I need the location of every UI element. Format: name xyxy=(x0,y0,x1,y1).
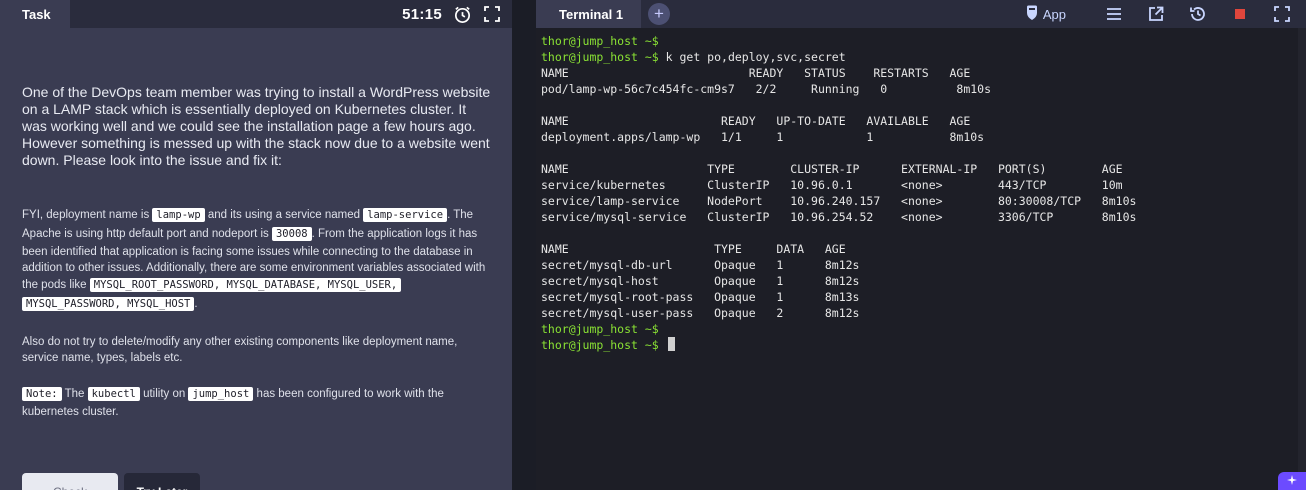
terminal-line: NAME READY STATUS RESTARTS AGE xyxy=(541,65,1306,81)
check-button[interactable]: Check xyxy=(22,473,118,490)
panel-divider[interactable] xyxy=(512,0,536,490)
fullscreen-icon[interactable] xyxy=(482,4,502,24)
app-icon xyxy=(1026,5,1038,24)
tab-terminal-1[interactable]: Terminal 1 xyxy=(536,0,641,28)
terminal-output: secret/mysql-host Opaque 1 8m12s xyxy=(541,274,860,288)
history-icon[interactable] xyxy=(1188,4,1208,24)
terminal-output: service/kubernetes ClusterIP 10.96.0.1 <… xyxy=(541,178,1123,192)
terminal-header: Terminal 1 + App xyxy=(536,0,1306,28)
app-label: App xyxy=(1042,6,1066,22)
code-service-name: lamp-service xyxy=(363,208,448,222)
tab-task[interactable]: Task xyxy=(0,0,70,28)
terminal-panel: Terminal 1 + App thor@jump_host ~$ thor@… xyxy=(536,0,1306,490)
task-header-tools: 51:15 xyxy=(402,0,502,28)
task-also: Also do not try to delete/modify any oth… xyxy=(22,336,458,364)
open-external-icon[interactable] xyxy=(1146,4,1166,24)
terminal-line: secret/mysql-root-pass Opaque 1 8m13s xyxy=(541,289,1306,305)
terminal-scrollbar[interactable] xyxy=(1298,28,1306,490)
add-tab-button[interactable]: + xyxy=(648,3,670,25)
terminal-screen[interactable]: thor@jump_host ~$ thor@jump_host ~$ k get… xyxy=(536,28,1306,490)
task-buttons: Check Try Later xyxy=(22,473,200,490)
code-env-vars-2: MYSQL_PASSWORD, MYSQL_HOST xyxy=(22,297,195,311)
task-header: Task 51:15 xyxy=(0,0,512,28)
alarm-clock-icon[interactable] xyxy=(452,4,472,24)
terminal-line: secret/mysql-db-url Opaque 1 8m12s xyxy=(541,257,1306,273)
fyi-text-5: . xyxy=(194,298,198,310)
terminal-output: NAME TYPE CLUSTER-IP EXTERNAL-IP PORT(S)… xyxy=(541,162,1123,176)
terminal-line: thor@jump_host ~$ xyxy=(541,321,1306,337)
terminal-output: secret/mysql-user-pass Opaque 2 8m12s xyxy=(541,306,860,320)
terminal-output: NAME TYPE DATA AGE xyxy=(541,242,846,256)
code-jump-host: jump_host xyxy=(188,387,254,401)
terminal-cursor xyxy=(667,337,675,351)
app-button[interactable]: App xyxy=(1026,0,1066,28)
sparkle-icon xyxy=(1287,474,1297,488)
terminal-output: k get po,deploy,svc,secret xyxy=(658,50,846,64)
terminal-line: thor@jump_host ~$ xyxy=(541,33,1306,49)
fyi-text-1: FYI, deployment name is xyxy=(22,209,153,221)
task-panel: Task 51:15 One of the DevOps team member… xyxy=(0,0,512,490)
note-label: Note: xyxy=(22,387,62,401)
terminal-line: pod/lamp-wp-56c7c454fc-cm9s7 2/2 Running… xyxy=(541,81,1306,97)
terminal-output: service/mysql-service ClusterIP 10.96.25… xyxy=(541,210,1137,224)
note-text-2: utility on xyxy=(139,388,189,400)
shell-prompt: thor@jump_host ~$ xyxy=(541,338,659,352)
terminal-line: secret/mysql-user-pass Opaque 2 8m12s xyxy=(541,305,1306,321)
terminal-output: secret/mysql-root-pass Opaque 1 8m13s xyxy=(541,290,860,304)
terminal-line: NAME READY UP-TO-DATE AVAILABLE AGE xyxy=(541,113,1306,129)
timer: 51:15 xyxy=(402,5,442,23)
code-kubectl: kubectl xyxy=(87,387,140,401)
task-note: Note: The kubectl utility on jump_host h… xyxy=(22,385,494,420)
stop-icon[interactable] xyxy=(1230,4,1250,24)
code-deployment-name: lamp-wp xyxy=(152,208,205,222)
terminal-output: secret/mysql-db-url Opaque 1 8m12s xyxy=(541,258,860,272)
terminal-output: NAME READY STATUS RESTARTS AGE xyxy=(541,66,971,80)
terminal-line: thor@jump_host ~$ xyxy=(541,337,1306,353)
terminal-line: service/lamp-service NodePort 10.96.240.… xyxy=(541,193,1306,209)
assistant-badge[interactable] xyxy=(1278,472,1306,490)
task-description: One of the DevOps team member was trying… xyxy=(22,84,494,420)
code-env-vars-1: MYSQL_ROOT_PASSWORD, MYSQL_DATABASE, MYS… xyxy=(89,278,402,292)
terminal-output: service/lamp-service NodePort 10.96.240.… xyxy=(541,194,1137,208)
try-later-button[interactable]: Try Later xyxy=(124,473,200,490)
terminal-output: deployment.apps/lamp-wp 1/1 1 1 8m10s xyxy=(541,130,985,144)
terminal-line: service/mysql-service ClusterIP 10.96.25… xyxy=(541,209,1306,225)
terminal-output: NAME READY UP-TO-DATE AVAILABLE AGE xyxy=(541,114,971,128)
fyi-text-2: and its using a service named xyxy=(204,209,364,221)
fullscreen-icon[interactable] xyxy=(1272,4,1292,24)
note-text-1: The xyxy=(61,388,88,400)
terminal-line: secret/mysql-host Opaque 1 8m12s xyxy=(541,273,1306,289)
shell-prompt: thor@jump_host ~$ xyxy=(541,50,659,64)
terminal-line: deployment.apps/lamp-wp 1/1 1 1 8m10s xyxy=(541,129,1306,145)
task-intro: One of the DevOps team member was trying… xyxy=(22,84,491,168)
terminal-line: thor@jump_host ~$ k get po,deploy,svc,se… xyxy=(541,49,1306,65)
terminal-output xyxy=(659,338,666,352)
shell-prompt: thor@jump_host ~$ xyxy=(541,322,659,336)
terminal-line: NAME TYPE CLUSTER-IP EXTERNAL-IP PORT(S)… xyxy=(541,161,1306,177)
terminal-output: pod/lamp-wp-56c7c454fc-cm9s7 2/2 Running… xyxy=(541,82,992,96)
terminal-line: service/kubernetes ClusterIP 10.96.0.1 <… xyxy=(541,177,1306,193)
terminal-line: NAME TYPE DATA AGE xyxy=(541,241,1306,257)
shell-prompt: thor@jump_host ~$ xyxy=(541,34,659,48)
terminal-tools: App xyxy=(1026,0,1292,28)
task-fyi: FYI, deployment name is lamp-wp and its … xyxy=(22,206,494,314)
menu-icon[interactable] xyxy=(1104,4,1124,24)
code-nodeport: 30008 xyxy=(271,227,312,241)
